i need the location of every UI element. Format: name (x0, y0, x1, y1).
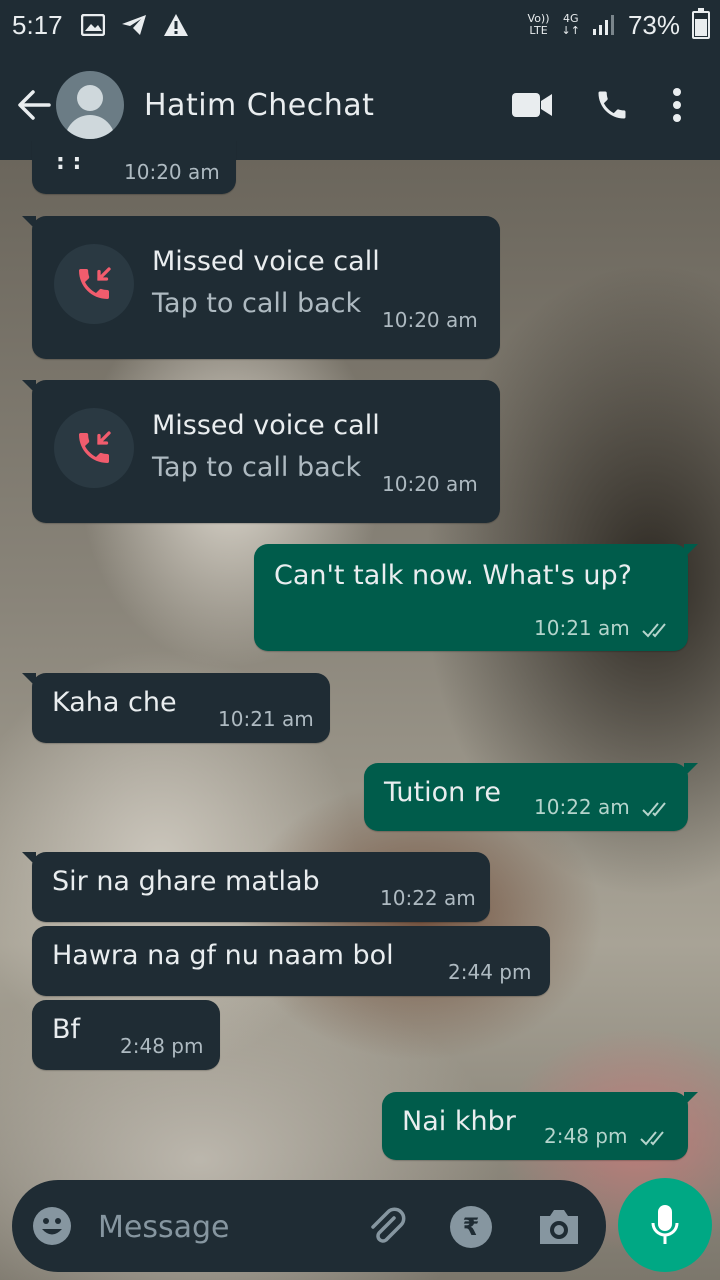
message-bubble-incoming[interactable]: Hawra na gf nu naam bol 2:44 pm (32, 926, 550, 996)
status-time: 5:17 (12, 9, 63, 40)
message-text: Sir na ghare matlab (52, 866, 320, 897)
message-time: 2:48 pm (120, 1034, 204, 1058)
voice-call-button[interactable] (582, 75, 642, 135)
missed-call-title: Missed voice call (152, 246, 380, 277)
message-time: 2:44 pm (448, 960, 532, 984)
message-composer: ₹ (12, 1180, 606, 1272)
message-time: 10:21 am (218, 707, 314, 731)
kebab-menu-icon (673, 88, 681, 122)
tap-to-call-back[interactable]: Tap to call back (152, 452, 361, 483)
message-time: 10:22 am (534, 795, 672, 819)
volte-indicator: Vo)) LTE (527, 12, 550, 37)
back-arrow-icon[interactable] (16, 87, 52, 123)
message-bubble-outgoing[interactable]: Can't talk now. What's up? 10:21 am (254, 544, 698, 651)
read-ticks-icon (642, 622, 666, 637)
video-call-button[interactable] (502, 75, 562, 135)
message-bubble-incoming[interactable]: Sir na ghare matlab 10:22 am (22, 852, 490, 922)
battery-icon (692, 8, 710, 39)
paperclip-icon[interactable] (364, 1204, 408, 1248)
message-bubble-incoming[interactable]: Kaha che 10:21 am (22, 673, 330, 743)
phone-icon (598, 91, 626, 119)
message-time: 10:20 am (382, 308, 478, 332)
message-text: Tution re (384, 777, 501, 808)
message-text: Kaha che (52, 687, 177, 718)
video-camera-icon (512, 93, 552, 117)
signal-icon (592, 15, 614, 35)
message-time: 10:21 am (534, 616, 672, 640)
payment-button[interactable]: ₹ (450, 1206, 492, 1248)
battery-percent: 73% (627, 9, 680, 40)
emoji-icon[interactable] (32, 1206, 72, 1246)
missed-call-bubble[interactable]: Missed voice call Tap to call back 10:20… (22, 380, 500, 523)
camera-icon[interactable] (536, 1204, 582, 1248)
message-text: Hawra na gf nu naam bol (52, 940, 394, 971)
contact-name[interactable]: Hatim Chechat (144, 88, 374, 123)
message-bubble-outgoing[interactable]: Nai khbr 2:48 pm (382, 1092, 698, 1160)
message-time: 10:20 am (382, 472, 478, 496)
message-text: : : (56, 150, 82, 175)
message-input[interactable] (96, 1200, 350, 1254)
more-options-button[interactable] (662, 75, 692, 135)
read-ticks-icon (640, 1130, 664, 1145)
missed-call-title: Missed voice call (152, 410, 380, 441)
message-text: Bf (52, 1014, 81, 1045)
message-time: 2:48 pm (544, 1124, 670, 1148)
gallery-notification-icon (80, 14, 105, 36)
message-text: Can't talk now. What's up? (274, 560, 632, 591)
message-time: 10:22 am (380, 886, 476, 910)
message-time: 10:20 am (124, 160, 220, 184)
rupee-icon: ₹ (462, 1213, 480, 1241)
read-ticks-icon (642, 801, 666, 816)
status-bar: 5:17 Vo)) LTE 4G ↓↑ 73% (0, 0, 720, 50)
missed-call-icon (54, 408, 134, 488)
warning-icon (163, 14, 188, 36)
message-text: Nai khbr (402, 1106, 516, 1137)
message-bubble-incoming[interactable]: : : 10:20 am (32, 140, 236, 194)
message-bubble-incoming[interactable]: Bf 2:48 pm (32, 1000, 220, 1070)
missed-call-icon (54, 244, 134, 324)
telegram-notification-icon (121, 15, 146, 35)
missed-call-bubble[interactable]: Missed voice call Tap to call back 10:20… (22, 216, 500, 359)
avatar[interactable] (56, 71, 124, 139)
microphone-icon (651, 1205, 679, 1244)
tap-to-call-back[interactable]: Tap to call back (152, 288, 361, 319)
microphone-button[interactable] (618, 1178, 712, 1272)
message-bubble-outgoing[interactable]: Tution re 10:22 am (364, 763, 698, 831)
network-4g-indicator: 4G ↓↑ (561, 12, 580, 37)
